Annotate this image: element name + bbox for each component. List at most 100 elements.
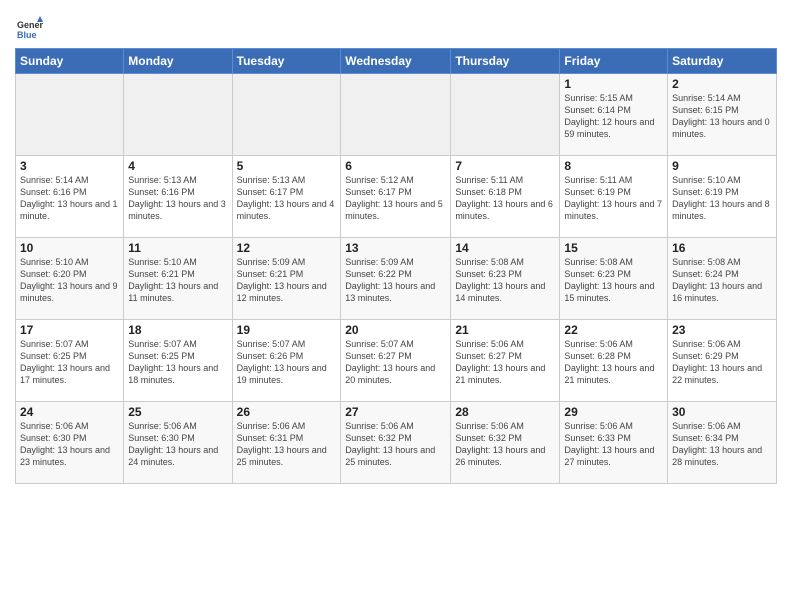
day-info: Sunrise: 5:07 AM Sunset: 6:25 PM Dayligh… [128,338,227,387]
day-info: Sunrise: 5:08 AM Sunset: 6:24 PM Dayligh… [672,256,772,305]
day-info: Sunrise: 5:06 AM Sunset: 6:29 PM Dayligh… [672,338,772,387]
day-number: 10 [20,241,119,255]
day-info: Sunrise: 5:10 AM Sunset: 6:19 PM Dayligh… [672,174,772,223]
calendar-week-row: 10Sunrise: 5:10 AM Sunset: 6:20 PM Dayli… [16,238,777,320]
calendar-cell: 7Sunrise: 5:11 AM Sunset: 6:18 PM Daylig… [451,156,560,238]
day-info: Sunrise: 5:06 AM Sunset: 6:28 PM Dayligh… [564,338,663,387]
day-number: 6 [345,159,446,173]
day-number: 7 [455,159,555,173]
svg-text:Blue: Blue [17,30,37,40]
calendar-cell [124,74,232,156]
day-number: 27 [345,405,446,419]
calendar-week-row: 17Sunrise: 5:07 AM Sunset: 6:25 PM Dayli… [16,320,777,402]
calendar-cell [232,74,341,156]
calendar-cell [341,74,451,156]
calendar-cell [451,74,560,156]
day-number: 5 [237,159,337,173]
calendar-cell: 6Sunrise: 5:12 AM Sunset: 6:17 PM Daylig… [341,156,451,238]
day-info: Sunrise: 5:06 AM Sunset: 6:33 PM Dayligh… [564,420,663,469]
calendar-cell: 3Sunrise: 5:14 AM Sunset: 6:16 PM Daylig… [16,156,124,238]
day-number: 1 [564,77,663,91]
day-number: 20 [345,323,446,337]
day-number: 14 [455,241,555,255]
logo: General Blue [15,14,47,42]
day-info: Sunrise: 5:12 AM Sunset: 6:17 PM Dayligh… [345,174,446,223]
calendar-cell: 21Sunrise: 5:06 AM Sunset: 6:27 PM Dayli… [451,320,560,402]
day-info: Sunrise: 5:13 AM Sunset: 6:16 PM Dayligh… [128,174,227,223]
calendar-cell: 26Sunrise: 5:06 AM Sunset: 6:31 PM Dayli… [232,402,341,484]
day-info: Sunrise: 5:06 AM Sunset: 6:30 PM Dayligh… [128,420,227,469]
calendar-cell: 22Sunrise: 5:06 AM Sunset: 6:28 PM Dayli… [560,320,668,402]
day-info: Sunrise: 5:06 AM Sunset: 6:30 PM Dayligh… [20,420,119,469]
day-info: Sunrise: 5:15 AM Sunset: 6:14 PM Dayligh… [564,92,663,141]
calendar-cell [16,74,124,156]
calendar-week-row: 24Sunrise: 5:06 AM Sunset: 6:30 PM Dayli… [16,402,777,484]
day-info: Sunrise: 5:07 AM Sunset: 6:26 PM Dayligh… [237,338,337,387]
calendar-cell: 12Sunrise: 5:09 AM Sunset: 6:21 PM Dayli… [232,238,341,320]
calendar-cell: 13Sunrise: 5:09 AM Sunset: 6:22 PM Dayli… [341,238,451,320]
day-info: Sunrise: 5:11 AM Sunset: 6:19 PM Dayligh… [564,174,663,223]
day-number: 30 [672,405,772,419]
day-info: Sunrise: 5:11 AM Sunset: 6:18 PM Dayligh… [455,174,555,223]
calendar-cell: 14Sunrise: 5:08 AM Sunset: 6:23 PM Dayli… [451,238,560,320]
day-number: 12 [237,241,337,255]
day-info: Sunrise: 5:06 AM Sunset: 6:31 PM Dayligh… [237,420,337,469]
calendar-cell: 24Sunrise: 5:06 AM Sunset: 6:30 PM Dayli… [16,402,124,484]
calendar-cell: 19Sunrise: 5:07 AM Sunset: 6:26 PM Dayli… [232,320,341,402]
day-number: 17 [20,323,119,337]
day-info: Sunrise: 5:10 AM Sunset: 6:21 PM Dayligh… [128,256,227,305]
day-info: Sunrise: 5:09 AM Sunset: 6:21 PM Dayligh… [237,256,337,305]
calendar-cell: 15Sunrise: 5:08 AM Sunset: 6:23 PM Dayli… [560,238,668,320]
day-info: Sunrise: 5:09 AM Sunset: 6:22 PM Dayligh… [345,256,446,305]
day-number: 11 [128,241,227,255]
calendar-cell: 11Sunrise: 5:10 AM Sunset: 6:21 PM Dayli… [124,238,232,320]
day-number: 2 [672,77,772,91]
day-info: Sunrise: 5:08 AM Sunset: 6:23 PM Dayligh… [564,256,663,305]
calendar-cell: 25Sunrise: 5:06 AM Sunset: 6:30 PM Dayli… [124,402,232,484]
day-info: Sunrise: 5:06 AM Sunset: 6:34 PM Dayligh… [672,420,772,469]
calendar-cell: 1Sunrise: 5:15 AM Sunset: 6:14 PM Daylig… [560,74,668,156]
calendar-cell: 30Sunrise: 5:06 AM Sunset: 6:34 PM Dayli… [668,402,777,484]
day-info: Sunrise: 5:06 AM Sunset: 6:32 PM Dayligh… [345,420,446,469]
day-number: 9 [672,159,772,173]
day-number: 8 [564,159,663,173]
weekday-header-tuesday: Tuesday [232,49,341,74]
weekday-header-friday: Friday [560,49,668,74]
day-info: Sunrise: 5:06 AM Sunset: 6:27 PM Dayligh… [455,338,555,387]
day-number: 28 [455,405,555,419]
calendar-cell: 23Sunrise: 5:06 AM Sunset: 6:29 PM Dayli… [668,320,777,402]
calendar-cell: 16Sunrise: 5:08 AM Sunset: 6:24 PM Dayli… [668,238,777,320]
day-number: 23 [672,323,772,337]
day-info: Sunrise: 5:08 AM Sunset: 6:23 PM Dayligh… [455,256,555,305]
calendar-cell: 20Sunrise: 5:07 AM Sunset: 6:27 PM Dayli… [341,320,451,402]
calendar-week-row: 3Sunrise: 5:14 AM Sunset: 6:16 PM Daylig… [16,156,777,238]
day-number: 16 [672,241,772,255]
calendar-table: SundayMondayTuesdayWednesdayThursdayFrid… [15,48,777,484]
weekday-header-sunday: Sunday [16,49,124,74]
weekday-header-thursday: Thursday [451,49,560,74]
day-info: Sunrise: 5:07 AM Sunset: 6:25 PM Dayligh… [20,338,119,387]
calendar-cell: 28Sunrise: 5:06 AM Sunset: 6:32 PM Dayli… [451,402,560,484]
day-number: 19 [237,323,337,337]
day-info: Sunrise: 5:07 AM Sunset: 6:27 PM Dayligh… [345,338,446,387]
day-info: Sunrise: 5:10 AM Sunset: 6:20 PM Dayligh… [20,256,119,305]
day-number: 29 [564,405,663,419]
calendar-cell: 27Sunrise: 5:06 AM Sunset: 6:32 PM Dayli… [341,402,451,484]
day-number: 13 [345,241,446,255]
calendar-cell: 10Sunrise: 5:10 AM Sunset: 6:20 PM Dayli… [16,238,124,320]
weekday-header-saturday: Saturday [668,49,777,74]
day-info: Sunrise: 5:14 AM Sunset: 6:16 PM Dayligh… [20,174,119,223]
day-number: 15 [564,241,663,255]
calendar-cell: 2Sunrise: 5:14 AM Sunset: 6:15 PM Daylig… [668,74,777,156]
calendar-cell: 9Sunrise: 5:10 AM Sunset: 6:19 PM Daylig… [668,156,777,238]
day-number: 25 [128,405,227,419]
day-number: 4 [128,159,227,173]
logo-icon: General Blue [15,14,43,42]
day-number: 26 [237,405,337,419]
calendar-cell: 5Sunrise: 5:13 AM Sunset: 6:17 PM Daylig… [232,156,341,238]
day-number: 21 [455,323,555,337]
calendar-cell: 8Sunrise: 5:11 AM Sunset: 6:19 PM Daylig… [560,156,668,238]
calendar-cell: 17Sunrise: 5:07 AM Sunset: 6:25 PM Dayli… [16,320,124,402]
calendar-cell: 18Sunrise: 5:07 AM Sunset: 6:25 PM Dayli… [124,320,232,402]
calendar-week-row: 1Sunrise: 5:15 AM Sunset: 6:14 PM Daylig… [16,74,777,156]
